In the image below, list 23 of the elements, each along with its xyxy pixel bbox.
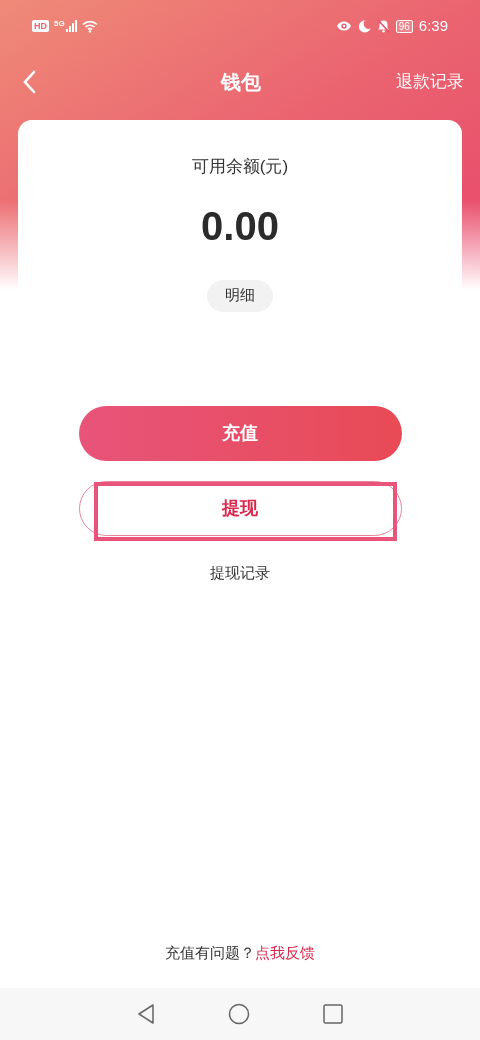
- feedback-text: 充值有问题？: [165, 942, 255, 963]
- withdraw-button[interactable]: 提现: [78, 480, 402, 536]
- clock: 6:39: [418, 15, 448, 36]
- withdraw-history-link[interactable]: 提现记录: [210, 561, 270, 584]
- recents-nav-icon[interactable]: [323, 1004, 344, 1024]
- balance-amount: 0.00: [201, 202, 279, 250]
- back-nav-icon[interactable]: [136, 1004, 155, 1024]
- network-label: 5G: [54, 18, 65, 30]
- refund-history-link[interactable]: 退款记录: [396, 69, 464, 95]
- signal-icon: [65, 20, 78, 32]
- home-nav-icon[interactable]: [228, 1003, 250, 1025]
- balance-label: 可用余额(元): [191, 156, 289, 178]
- muted-bell-icon: [376, 19, 390, 33]
- detail-button[interactable]: 明细: [207, 279, 273, 312]
- recharge-button[interactable]: 充值: [78, 405, 402, 461]
- feedback-link[interactable]: 点我反馈: [255, 941, 315, 964]
- eye-icon: [335, 20, 352, 32]
- hd-icon: HD: [32, 20, 49, 32]
- back-icon[interactable]: [22, 70, 36, 94]
- battery-indicator: 96: [395, 19, 413, 33]
- page-title: 钱包: [221, 70, 261, 95]
- moon-icon: [357, 19, 371, 33]
- wifi-icon: [81, 19, 98, 33]
